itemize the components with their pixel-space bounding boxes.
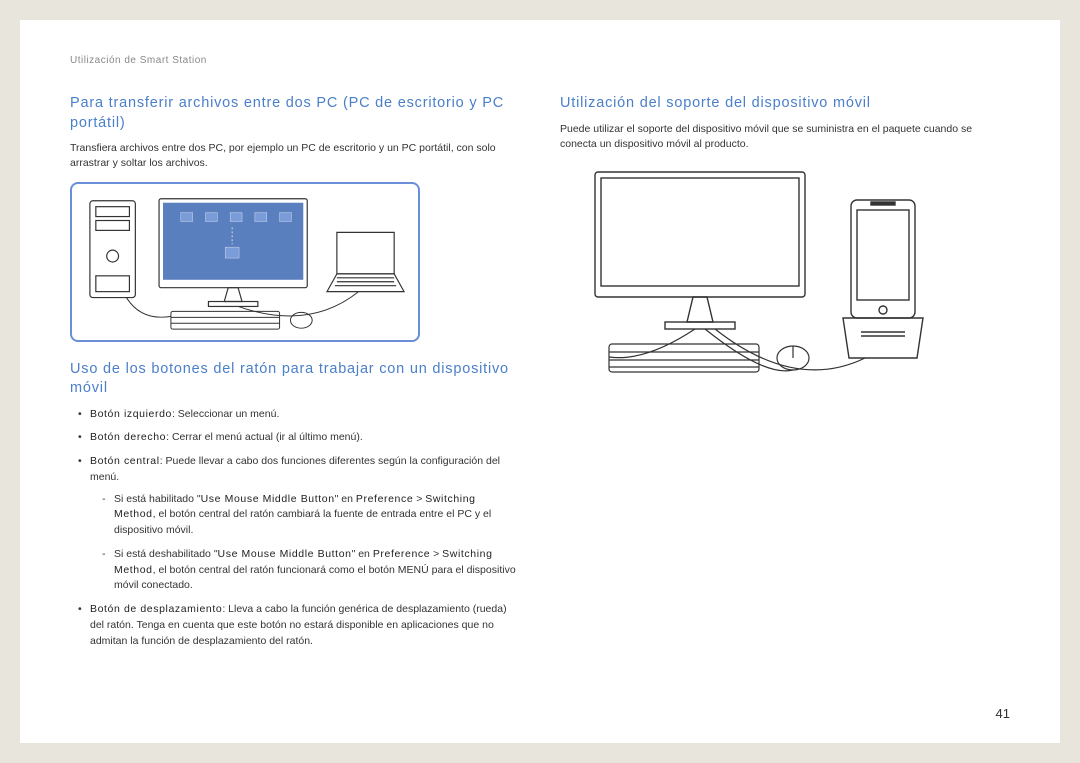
t: , el botón central del ratón cambiará la… [114,508,491,536]
mouse-button-list: Botón izquierdo: Seleccionar un menú. Bo… [70,407,520,650]
t: > [430,548,442,560]
term-scroll-button: Botón de desplazamiento [90,603,222,615]
t: Si está deshabilitado " [114,548,218,560]
two-pc-setup-illustration [82,192,408,332]
figure-two-pc-setup [70,182,420,342]
left-column: Para transferir archivos entre dos PC (P… [70,94,520,657]
para-mobile-cradle: Puede utilizar el soporte del dispositiv… [560,122,1010,152]
heading-transfer-files: Para transferir archivos entre dos PC (P… [70,94,520,133]
list-item-left-button: Botón izquierdo: Seleccionar un menú. [78,407,520,423]
t: Preference [356,493,413,505]
manual-page: Utilización de Smart Station Para transf… [20,20,1060,743]
t: Preference [373,548,430,560]
term-right-button: Botón derecho [90,431,166,443]
heading-mouse-buttons: Uso de los botones del ratón para trabaj… [70,360,520,399]
para-transfer-files: Transfiera archivos entre dos PC, por ej… [70,141,520,171]
term-left-button: Botón izquierdo [90,408,172,420]
heading-mobile-cradle: Utilización del soporte del dispositivo … [560,94,1010,114]
t: Use Mouse Middle Button [201,493,335,505]
center-button-sublist: Si está habilitado "Use Mouse Middle But… [90,492,520,595]
t: Use Mouse Middle Button [218,548,352,560]
t: > [413,493,425,505]
section-header: Utilización de Smart Station [70,55,1010,66]
content-columns: Para transferir archivos entre dos PC (P… [70,94,1010,657]
sub-enabled: Si está habilitado "Use Mouse Middle But… [102,492,520,539]
text-right-button: : Cerrar el menú actual (ir al último me… [166,431,363,443]
t: Si está habilitado " [114,493,201,505]
mobile-cradle-illustration [565,162,945,382]
t: " en [335,493,356,505]
list-item-scroll-button: Botón de desplazamiento: Lleva a cabo la… [78,602,520,649]
term-center-button: Botón central [90,455,160,467]
t: , el botón central del ratón funcionará … [114,564,516,592]
right-column: Utilización del soporte del dispositivo … [560,94,1010,657]
figure-mobile-cradle [560,162,950,382]
sub-disabled: Si está deshabilitado "Use Mouse Middle … [102,547,520,594]
page-number: 41 [996,706,1010,721]
list-item-right-button: Botón derecho: Cerrar el menú actual (ir… [78,430,520,446]
list-item-center-button: Botón central: Puede llevar a cabo dos f… [78,454,520,594]
t: " en [352,548,373,560]
text-left-button: : Seleccionar un menú. [172,408,279,420]
